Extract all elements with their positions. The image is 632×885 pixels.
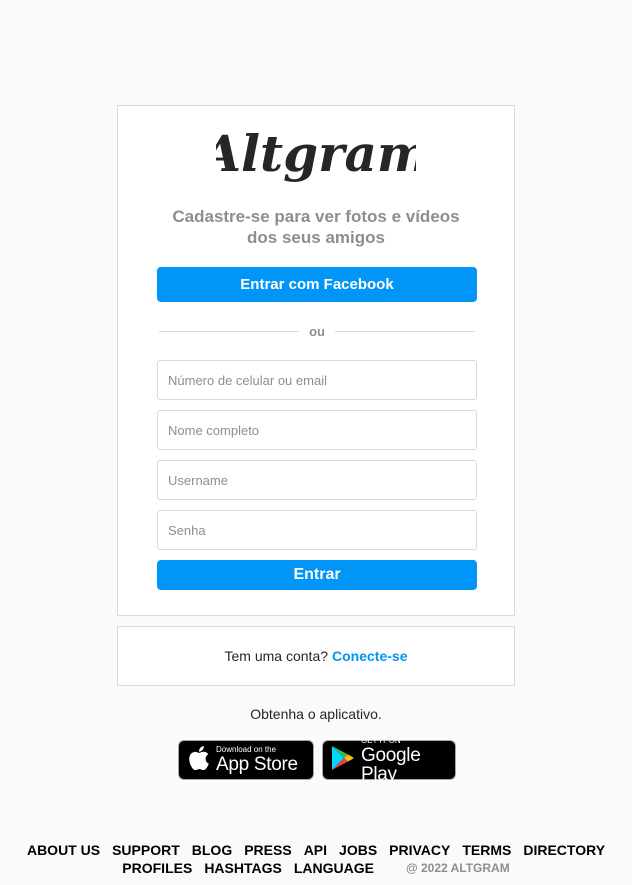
signup-card: Altgram Cadastre-se para ver fotos e víd… [117,105,515,616]
altgram-logo: Altgram [118,116,514,196]
footer-link-language[interactable]: LANGUAGE [294,859,374,877]
facebook-login-button[interactable]: Entrar com Facebook [157,267,477,302]
signup-tagline: Cadastre-se para ver fotos e vídeos dos … [172,207,460,247]
footer-link-about-us[interactable]: ABOUT US [27,841,100,859]
app-store-small-text: Download on the [216,745,277,754]
apple-icon [188,745,210,776]
footer-link-blog[interactable]: BLOG [192,841,232,859]
get-app-text: Obtenha o aplicativo. [250,706,382,722]
footer-copyright: @ 2022 ALTGRAM [405,861,510,875]
signup-submit-button[interactable]: Entrar [157,560,477,590]
footer-link-terms[interactable]: TERMS [462,841,511,859]
footer-row: ABOUT US SUPPORT BLOG PRESS API JOBS PRI… [0,841,632,859]
footer-link-api[interactable]: API [304,841,327,859]
login-link[interactable]: Conecte-se [332,648,407,664]
divider-text: ou [309,323,325,339]
username-input[interactable] [157,460,477,500]
footer-link-hashtags[interactable]: HASHTAGS [204,859,282,877]
footer-link-privacy[interactable]: PRIVACY [389,841,450,859]
google-play-big-text: Google Play [361,744,421,785]
divider-line [159,330,300,332]
or-divider: ou [159,321,476,341]
fullname-input[interactable] [157,410,477,450]
footer-row: PROFILES HASHTAGS LANGUAGE @ 2022 ALTGRA… [0,859,632,877]
divider-line [334,330,476,332]
footer-link-support[interactable]: SUPPORT [112,841,180,859]
login-prompt-text: Tem uma conta? [224,648,329,664]
svg-text:Altgram: Altgram [216,124,416,183]
google-play-small-text: GET IT ON [361,735,401,745]
app-store-big-text: App Store [216,754,298,775]
google-play-icon [331,745,355,776]
footer-link-profiles[interactable]: PROFILES [122,859,192,877]
app-store-badge[interactable]: Download on the App Store [178,740,314,780]
footer-link-directory[interactable]: DIRECTORY [523,841,605,859]
login-prompt-card: Tem uma conta? Conecte-se [117,626,515,686]
google-play-badge[interactable]: GET IT ON Google Play [322,735,456,784]
footer-link-press[interactable]: PRESS [244,841,291,859]
contact-input[interactable] [157,360,477,400]
password-input[interactable] [157,510,477,550]
footer-link-jobs[interactable]: JOBS [339,841,377,859]
app-badges: Download on the App Store GET IT ON Goog… [178,735,456,784]
footer: ABOUT US SUPPORT BLOG PRESS API JOBS PRI… [0,841,632,877]
